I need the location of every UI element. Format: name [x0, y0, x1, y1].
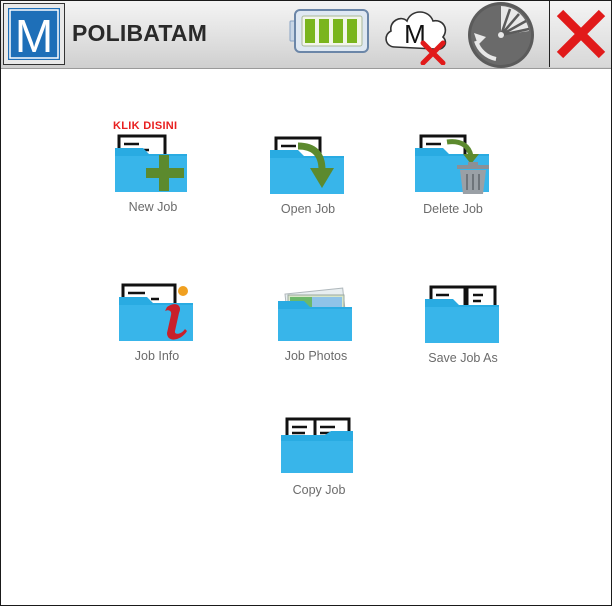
delete-job-label: Delete Job — [423, 202, 483, 216]
copy-job-folder-icon — [281, 417, 353, 473]
new-job-label: New Job — [128, 200, 178, 214]
battery-full-icon[interactable] — [289, 7, 371, 60]
save-job-as-label: Save Job As — [428, 351, 498, 365]
open-job-label: Open Job — [280, 202, 336, 216]
gauge-icon[interactable] — [466, 1, 536, 74]
job-info-folder-icon — [119, 283, 193, 341]
job-info-button[interactable]: Job Info — [97, 283, 217, 363]
open-job-folder-icon — [270, 136, 344, 194]
app-logo-icon: M — [8, 8, 60, 60]
app-logo-letter: M — [15, 10, 53, 60]
copy-job-label: Copy Job — [292, 483, 346, 497]
save-job-as-folder-icon — [425, 285, 499, 343]
job-photos-label: Job Photos — [284, 349, 348, 363]
delete-job-button[interactable]: Delete Job — [393, 134, 513, 216]
app-logo[interactable]: M — [3, 3, 65, 65]
delete-job-folder-icon — [415, 134, 489, 194]
open-job-button[interactable]: Open Job — [248, 136, 368, 216]
app-title: POLIBATAM — [72, 20, 208, 46]
click-here-hint: KLIK DISINI — [113, 120, 178, 132]
close-button[interactable] — [549, 1, 611, 67]
app-window: M POLIBATAM M KLIK DISINI New Job Open J… — [0, 0, 612, 606]
new-job-button[interactable]: New Job — [93, 134, 213, 214]
job-photos-button[interactable]: Job Photos — [256, 287, 376, 363]
job-info-label: Job Info — [134, 349, 180, 363]
save-job-as-button[interactable]: Save Job As — [403, 285, 523, 365]
close-icon — [556, 9, 606, 59]
cloud-disconnected-icon[interactable]: M — [381, 3, 453, 70]
copy-job-button[interactable]: Copy Job — [259, 417, 379, 497]
title-bar: M POLIBATAM M — [1, 1, 611, 69]
job-photos-folder-icon — [278, 287, 352, 341]
new-job-folder-icon — [115, 134, 187, 192]
